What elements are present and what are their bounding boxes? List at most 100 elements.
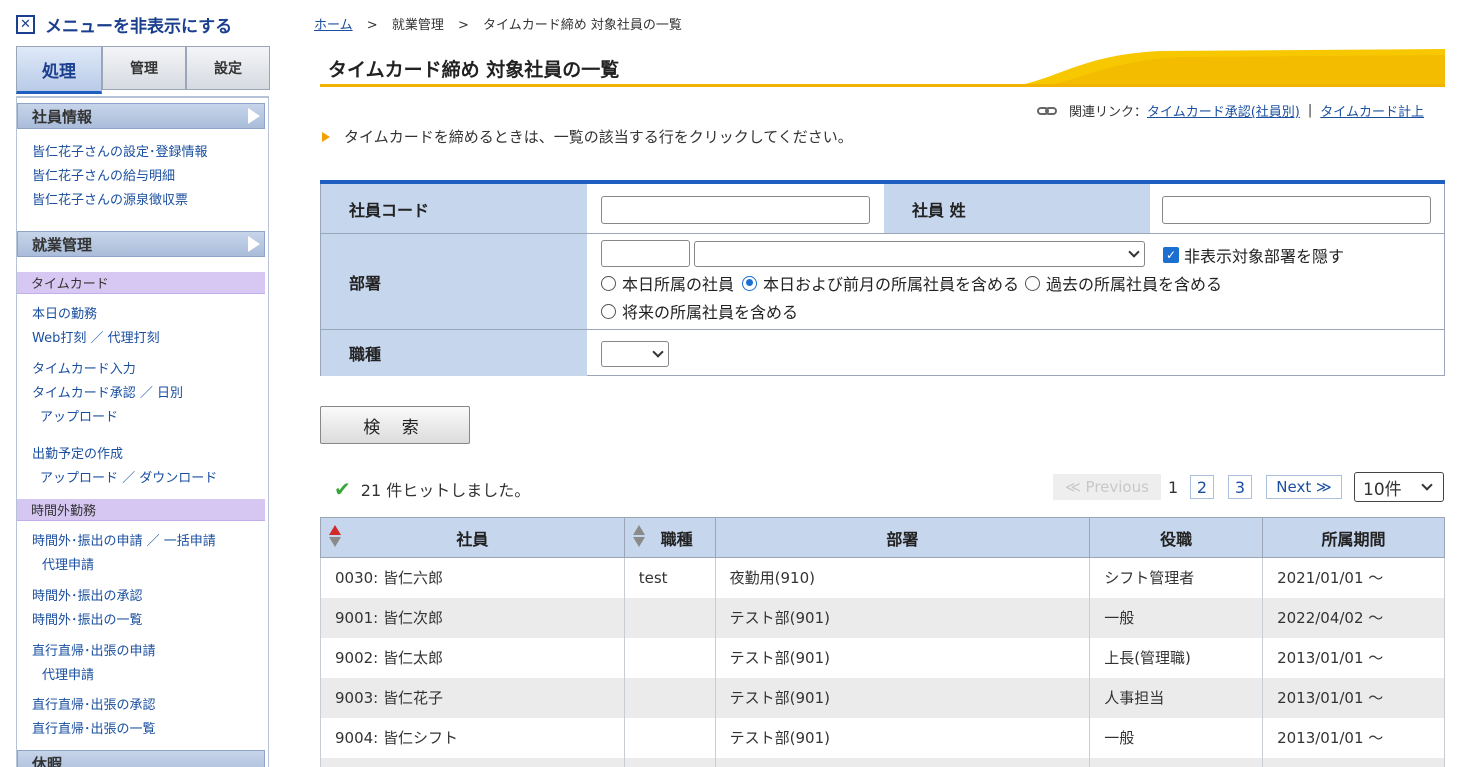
section-title: 休暇 — [32, 754, 63, 767]
tab-processing[interactable]: 処理 — [16, 46, 102, 94]
cell-department: テスト部(901) — [714, 597, 1091, 638]
related-links: 関連リンク： タイムカード承認(社員別) | タイムカード計上 — [1036, 101, 1424, 120]
hide-menu-button[interactable]: ✕ メニューを非表示にする — [16, 12, 232, 37]
sidebar-link-upload[interactable]: アップロード — [40, 406, 118, 425]
sidebar-link-overtime-approve[interactable]: 時間外･振出の承認 — [32, 585, 143, 604]
cell-position: 一般 — [1089, 717, 1264, 758]
breadcrumb-home[interactable]: ホーム — [314, 18, 353, 33]
col-job[interactable]: 職種 — [623, 517, 716, 558]
col-period: 所属期間 — [1262, 517, 1445, 558]
col-header-label: 職種 — [660, 529, 693, 549]
hide-menu-label: メニューを非表示にする — [45, 17, 233, 37]
radio-future[interactable]: 将来の所属社員を含める — [601, 299, 798, 323]
sidebar-link-proxy-apply[interactable]: 代理申請 — [42, 554, 94, 573]
sidebar-link-overtime-apply[interactable]: 時間外･振出の申請 ／ 一括申請 — [32, 530, 216, 549]
col-header-label: 役職 — [1160, 529, 1193, 549]
cell-period — [1262, 757, 1445, 767]
sidebar-link-trip-proxy[interactable]: 代理申請 — [42, 664, 94, 683]
pager-current: 1 — [1168, 478, 1179, 497]
cell-employee: 9001: 皆仁次郎 — [320, 597, 625, 638]
cell-employee: 9004: 皆仁シフト — [320, 717, 625, 758]
table-header-row: 社員 職種 部署 役職 所属期間 — [320, 517, 1445, 558]
sidebar: ✕ メニューを非表示にする 処理 管理 設定 社員情報 皆仁花子さんの設定･登録… — [0, 0, 280, 767]
radio-unchecked-icon[interactable] — [1025, 275, 1041, 291]
cell-employee — [320, 757, 625, 767]
pager-page-3[interactable]: 3 — [1228, 475, 1252, 499]
breadcrumb-current: タイムカード締め 対象社員の一覧 — [483, 18, 682, 33]
cell-department: テスト部(901) — [714, 637, 1091, 678]
pager-page-2[interactable]: 2 — [1190, 475, 1214, 499]
cell-job — [623, 637, 716, 678]
radio-checked-icon[interactable] — [742, 275, 758, 291]
cell-job — [623, 597, 716, 638]
breadcrumb-level1: 就業管理 — [391, 18, 444, 33]
hit-count: ✔ 21 件ヒットしました。 — [334, 477, 530, 501]
results-table: 社員 職種 部署 役職 所属期間 0030: 皆仁六郎 test 夜勤用(910… — [320, 517, 1445, 767]
table-row[interactable]: 9002: 皆仁太郎 テスト部(901) 上長(管理職) 2013/01/01 … — [320, 637, 1445, 678]
hide-dept-checkbox[interactable]: ✓ 非表示対象部署を隠す — [1163, 243, 1344, 267]
sidebar-link-upload-download[interactable]: アップロード ／ ダウンロード — [40, 467, 217, 486]
surname-input[interactable] — [1162, 196, 1431, 224]
instruction-text: タイムカードを締めるときは、一覧の該当する行をクリックしてください。 — [344, 128, 853, 146]
radio-label: 将来の所属社員を含める — [622, 303, 799, 322]
link-chain-icon — [1036, 106, 1057, 115]
breadcrumb-separator: > — [457, 18, 469, 33]
related-label: 関連リンク： — [1068, 105, 1147, 120]
table-row[interactable]: 9003: 皆仁花子 テスト部(901) 人事担当 2013/01/01 ～ — [320, 677, 1445, 718]
sidebar-link-overtime-list[interactable]: 時間外･振出の一覧 — [32, 609, 143, 628]
department-code-input[interactable] — [601, 240, 690, 267]
cell-department — [714, 757, 1091, 767]
related-link-approve[interactable]: タイムカード承認(社員別) — [1147, 101, 1300, 120]
per-page-select[interactable]: 10件 — [1354, 472, 1444, 502]
tab-management[interactable]: 管理 — [102, 46, 186, 90]
table-row[interactable]: 9001: 皆仁次郎 テスト部(901) 一般 2022/04/02 ～ — [320, 597, 1445, 638]
sidebar-link-trip-approve[interactable]: 直行直帰･出張の承認 — [32, 694, 156, 713]
employee-code-input[interactable] — [601, 196, 870, 224]
section-leave[interactable]: 休暇 — [17, 750, 265, 767]
pager-next[interactable]: Next ≫ — [1266, 475, 1342, 499]
table-row[interactable]: 9004: 皆仁シフト テスト部(901) 一般 2013/01/01 ～ — [320, 717, 1445, 758]
col-header-label: 所属期間 — [1321, 529, 1386, 549]
sidebar-link-web-punch[interactable]: Web打刻 ／ 代理打刻 — [32, 327, 160, 346]
section-attendance[interactable]: 就業管理 — [17, 231, 265, 257]
sidebar-link-schedule[interactable]: 出勤予定の作成 — [32, 443, 123, 462]
sidebar-link-settings[interactable]: 皆仁花子さんの設定･登録情報 — [32, 141, 208, 160]
cell-period: 2021/01/01 ～ — [1262, 557, 1445, 598]
check-icon: ✔ — [334, 477, 351, 501]
hit-count-text: 21 件ヒットしました。 — [360, 481, 531, 500]
section-title: 社員情報 — [32, 107, 93, 126]
sidebar-link-today[interactable]: 本日の勤務 — [32, 303, 97, 322]
department-select[interactable] — [694, 241, 1145, 267]
section-title: 就業管理 — [32, 235, 93, 254]
chevron-down-icon — [1421, 479, 1433, 491]
cell-job — [623, 677, 716, 718]
expand-arrow-icon — [248, 236, 260, 252]
table-row[interactable]: 0030: 皆仁六郎 test 夜勤用(910) シフト管理者 2021/01/… — [320, 557, 1445, 598]
chevron-down-icon — [652, 346, 664, 358]
sidebar-link-timecard-approve[interactable]: タイムカード承認 ／ 日別 — [32, 382, 183, 401]
department-label: 部署 — [321, 234, 587, 329]
radio-today[interactable]: 本日所属の社員 本日および前月の所属社員を含める 過去の所属社員を含める — [601, 271, 1222, 295]
sidebar-link-payslip[interactable]: 皆仁花子さんの給与明細 — [32, 165, 175, 184]
cell-employee: 0030: 皆仁六郎 — [320, 557, 625, 598]
sort-asc-icon — [329, 525, 341, 547]
sidebar-link-trip-list[interactable]: 直行直帰･出張の一覧 — [32, 718, 156, 737]
radio-unchecked-icon — [601, 303, 616, 319]
sidebar-link-withholding[interactable]: 皆仁花子さんの源泉徴収票 — [32, 189, 188, 208]
search-button[interactable]: 検 索 — [320, 406, 470, 444]
section-employee-info[interactable]: 社員情報 — [17, 103, 265, 129]
sidebar-tabs: 処理 管理 設定 — [16, 46, 270, 94]
cell-period: 2022/04/02 ～ — [1262, 597, 1445, 638]
cell-position — [1089, 757, 1264, 767]
sidebar-link-trip-apply[interactable]: 直行直帰･出張の申請 — [32, 640, 156, 659]
col-header-label: 部署 — [886, 529, 919, 549]
job-type-select[interactable] — [601, 341, 669, 367]
related-link-post[interactable]: タイムカード計上 — [1320, 101, 1424, 120]
col-employee[interactable]: 社員 — [320, 517, 625, 558]
table-row[interactable] — [320, 757, 1445, 767]
radio-label: 本日および前月の所属社員を含める — [763, 275, 1020, 294]
cell-period: 2013/01/01 ～ — [1262, 637, 1445, 678]
search-form: 社員コード 社員 姓 部署 ✓ 非表示対象部署を隠す 本日所属の社員 本日および… — [320, 184, 1445, 376]
sidebar-link-timecard-input[interactable]: タイムカード入力 — [32, 358, 136, 377]
tab-settings[interactable]: 設定 — [186, 46, 270, 90]
